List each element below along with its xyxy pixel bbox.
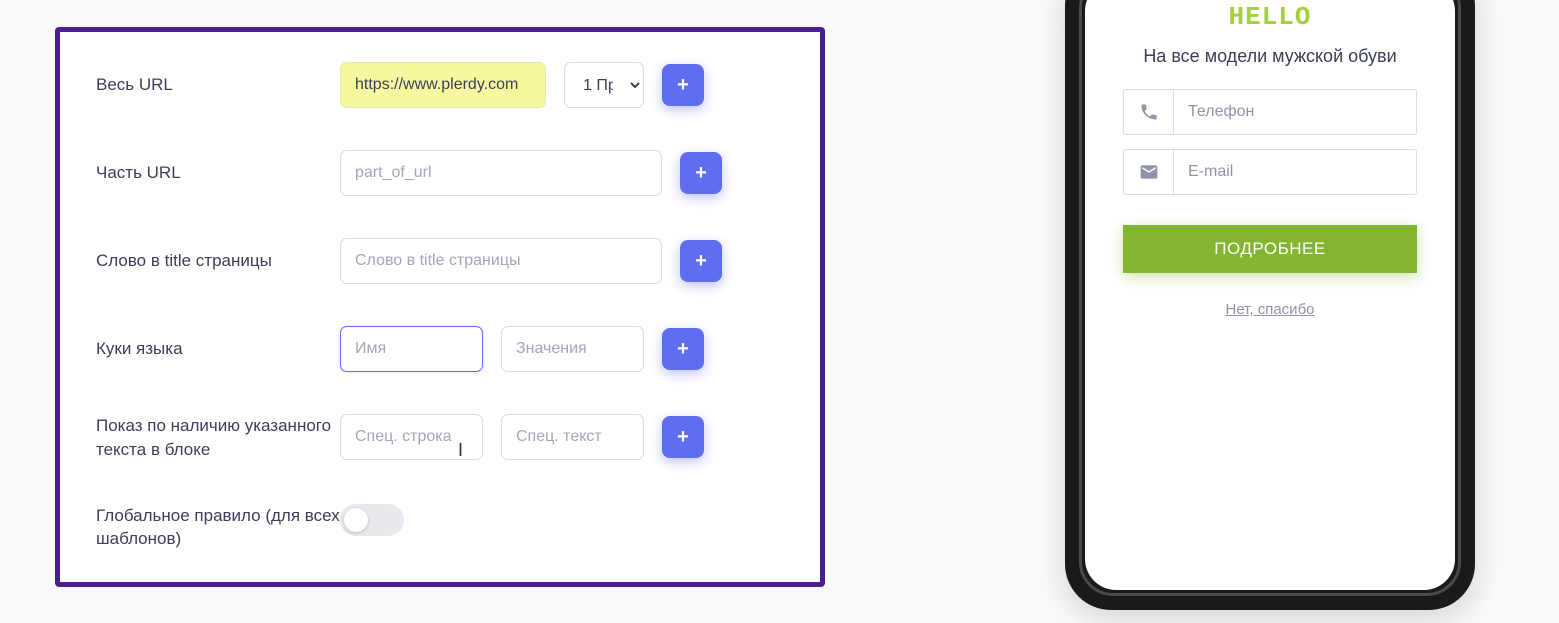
row-lang-cookie: Куки языка + bbox=[96, 326, 784, 372]
spec-string-input[interactable] bbox=[340, 414, 483, 460]
title-word-label: Слово в title страницы bbox=[96, 249, 340, 273]
row-global-rule: Глобальное правило (для всех шаблонов) bbox=[96, 504, 784, 552]
global-rule-label: Глобальное правило (для всех шаблонов) bbox=[96, 504, 340, 552]
toggle-knob bbox=[344, 508, 368, 532]
email-placeholder: E-mail bbox=[1174, 150, 1416, 194]
cookie-value-input[interactable] bbox=[501, 326, 644, 372]
add-full-url-button[interactable]: + bbox=[662, 64, 704, 106]
plus-icon: + bbox=[677, 74, 689, 96]
learn-more-button[interactable]: ПОДРОБНЕЕ bbox=[1123, 225, 1417, 273]
phone-screen: HELLO На все модели мужской обуви Телефо… bbox=[1085, 0, 1455, 590]
rule-count-select[interactable]: 1 Пр. bbox=[564, 62, 644, 108]
phone-placeholder: Телефон bbox=[1174, 90, 1416, 134]
lang-cookie-label: Куки языка bbox=[96, 337, 340, 361]
plus-icon: + bbox=[695, 162, 707, 184]
url-rules-form: Весь URL 1 Пр. + Часть URL + Слово в tit… bbox=[55, 27, 825, 587]
row-part-url: Часть URL + bbox=[96, 150, 784, 196]
plus-icon: + bbox=[677, 426, 689, 448]
email-icon bbox=[1124, 150, 1174, 194]
full-url-label: Весь URL bbox=[96, 73, 340, 97]
plus-icon: + bbox=[677, 338, 689, 360]
global-rule-toggle[interactable] bbox=[340, 504, 404, 536]
part-url-input[interactable] bbox=[340, 150, 662, 196]
row-title-word: Слово в title страницы + bbox=[96, 238, 784, 284]
phone-icon bbox=[1124, 90, 1174, 134]
part-url-label: Часть URL bbox=[96, 161, 340, 185]
dismiss-link[interactable]: Нет, спасибо bbox=[1226, 301, 1315, 318]
cookie-name-input[interactable] bbox=[340, 326, 483, 372]
phone-inner-border: HELLO На все модели мужской обуви Телефо… bbox=[1079, 0, 1461, 596]
full-url-input[interactable] bbox=[340, 62, 546, 108]
phone-mockup: HELLO На все модели мужской обуви Телефо… bbox=[1065, 0, 1475, 610]
row-text-block: Показ по наличию указанного текста в бло… bbox=[96, 414, 784, 462]
add-title-word-button[interactable]: + bbox=[680, 240, 722, 282]
add-cookie-button[interactable]: + bbox=[662, 328, 704, 370]
phone-input[interactable]: Телефон bbox=[1123, 89, 1417, 135]
email-input[interactable]: E-mail bbox=[1123, 149, 1417, 195]
title-word-input[interactable] bbox=[340, 238, 662, 284]
popup-subtitle: На все модели мужской обуви bbox=[1121, 44, 1419, 69]
row-full-url: Весь URL 1 Пр. + bbox=[96, 62, 784, 108]
popup-title: HELLO bbox=[1085, 2, 1455, 32]
text-in-block-label: Показ по наличию указанного текста в бло… bbox=[96, 414, 340, 462]
add-part-url-button[interactable]: + bbox=[680, 152, 722, 194]
spec-text-input[interactable] bbox=[501, 414, 644, 460]
plus-icon: + bbox=[695, 250, 707, 272]
add-text-block-button[interactable]: + bbox=[662, 416, 704, 458]
